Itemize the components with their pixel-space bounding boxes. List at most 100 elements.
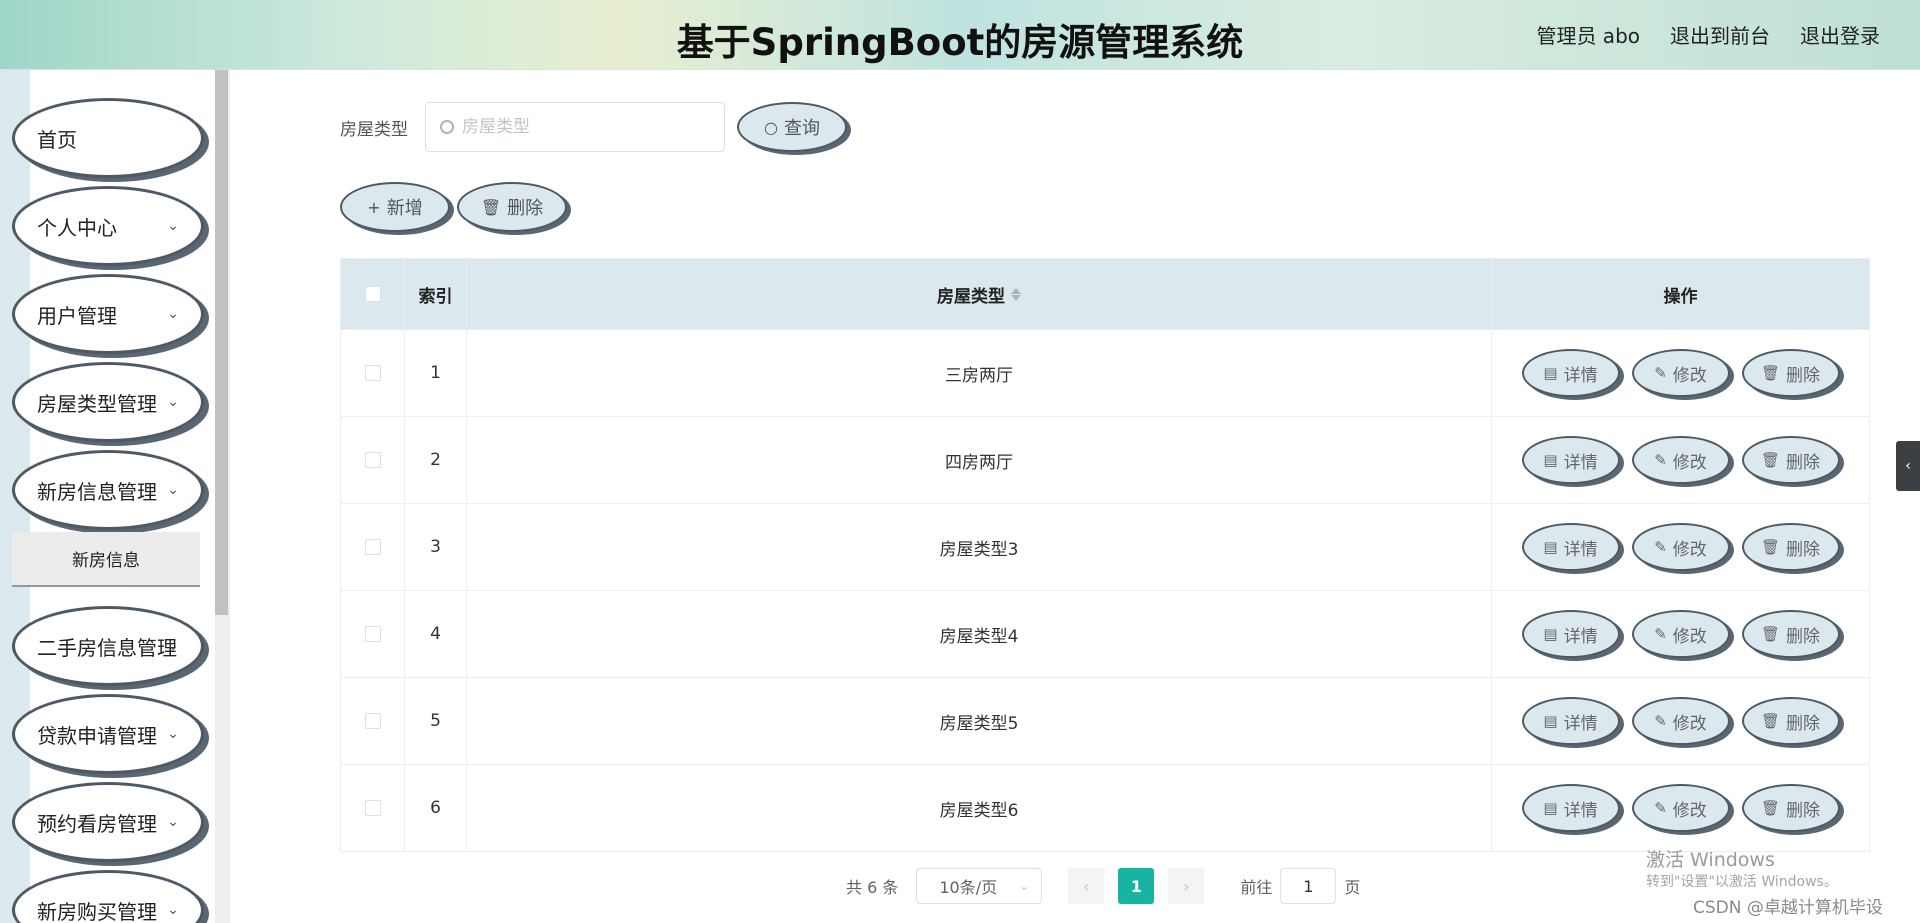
pagination-total: 共 6 条 xyxy=(846,878,899,897)
pencil-icon: ✎ xyxy=(1654,625,1667,643)
delete-button[interactable]: 🗑 删除 xyxy=(1741,610,1840,658)
edit-button-label: 修改 xyxy=(1672,539,1707,560)
edit-button[interactable]: ✎ 修改 xyxy=(1631,784,1730,832)
detail-button[interactable]: ▤ 详情 xyxy=(1521,523,1620,571)
trash-icon: 🗑 xyxy=(1760,799,1781,817)
sidebar: 首页 个人中心 ⌄ 用户管理 ⌄ 房屋类型管理 ⌄ 新房信息管理 ⌄ 新房信息 … xyxy=(0,70,230,923)
sidebar-scrollbar-thumb[interactable] xyxy=(215,70,228,615)
row-checkbox[interactable] xyxy=(364,713,381,729)
row-index: 5 xyxy=(405,678,467,764)
query-button-label: 查询 xyxy=(783,118,820,139)
delete-button[interactable]: 🗑 删除 xyxy=(1741,784,1840,832)
edit-button[interactable]: ✎ 修改 xyxy=(1631,436,1730,484)
search-label: 房屋类型 xyxy=(340,120,408,140)
windows-activation-title: 激活 Windows xyxy=(1646,849,1775,871)
chevron-down-icon: ⌄ xyxy=(167,638,179,654)
sidebar-item-label: 贷款申请管理 xyxy=(37,723,157,748)
select-all-checkbox[interactable] xyxy=(364,286,381,302)
delete-button-label: 删除 xyxy=(1786,800,1821,821)
row-checkbox[interactable] xyxy=(364,452,381,468)
detail-button-label: 详情 xyxy=(1563,626,1598,647)
sidebar-item-house-type-management[interactable]: 房屋类型管理 ⌄ xyxy=(12,362,204,442)
logout-link[interactable]: 退出登录 xyxy=(1800,20,1880,49)
row-select-cell xyxy=(341,504,405,590)
trash-icon: 🗑 xyxy=(1760,451,1781,469)
edit-button[interactable]: ✎ 修改 xyxy=(1631,523,1730,571)
sidebar-item-second-hand-management[interactable]: 二手房信息管理 ⌄ xyxy=(12,606,204,686)
prev-page-button[interactable]: ‹ xyxy=(1068,868,1105,904)
row-checkbox[interactable] xyxy=(364,365,381,381)
row-index: 1 xyxy=(405,330,467,416)
goto-page-input[interactable]: 1 xyxy=(1280,868,1337,904)
search-input[interactable] xyxy=(462,117,712,137)
row-select-cell xyxy=(341,417,405,503)
delete-button[interactable]: 🗑 删除 xyxy=(1741,436,1840,484)
collapse-handle[interactable]: ‹ xyxy=(1896,441,1920,491)
sidebar-item-user-management[interactable]: 用户管理 ⌄ xyxy=(12,274,204,354)
sidebar-item-home[interactable]: 首页 xyxy=(12,98,204,178)
edit-button[interactable]: ✎ 修改 xyxy=(1631,610,1730,658)
page-number-current[interactable]: 1 xyxy=(1118,868,1155,904)
sidebar-item-label: 个人中心 xyxy=(37,215,117,240)
add-button[interactable]: + 新增 xyxy=(340,182,450,232)
document-icon: ▤ xyxy=(1543,712,1558,730)
detail-button[interactable]: ▤ 详情 xyxy=(1521,610,1620,658)
page-size-select[interactable]: 10条/页 ⌄ xyxy=(916,868,1043,904)
submenu-item-new-house-info[interactable]: 新房信息 xyxy=(12,532,200,587)
chevron-down-icon: ⌄ xyxy=(167,814,179,830)
chevron-down-icon: ⌄ xyxy=(167,902,179,918)
chevron-down-icon: ⌄ xyxy=(1019,879,1030,893)
detail-button-label: 详情 xyxy=(1563,539,1598,560)
delete-button[interactable]: 🗑 删除 xyxy=(1741,697,1840,745)
row-index: 6 xyxy=(405,765,467,851)
delete-button-label: 删除 xyxy=(1786,626,1821,647)
detail-button[interactable]: ▤ 详情 xyxy=(1521,349,1620,397)
sidebar-item-loan-management[interactable]: 贷款申请管理 ⌄ xyxy=(12,694,204,774)
row-actions: ▤ 详情 ✎ 修改 🗑 删除 xyxy=(1492,330,1869,416)
page-size-value: 10条/页 xyxy=(939,878,998,897)
csdn-watermark: CSDN @卓越计算机毕设 xyxy=(1693,898,1883,918)
exit-to-front-link[interactable]: 退出到前台 xyxy=(1670,20,1770,49)
row-house-type: 三房两厅 xyxy=(467,330,1492,416)
table-row: 2 四房两厅 ▤ 详情 ✎ 修改 🗑 删除 xyxy=(341,416,1869,503)
sidebar-item-label: 二手房信息管理 xyxy=(37,635,177,660)
chevron-down-icon: ⌄ xyxy=(167,726,179,742)
edit-button-label: 修改 xyxy=(1672,626,1707,647)
sidebar-item-label: 用户管理 xyxy=(37,303,117,328)
edit-button-label: 修改 xyxy=(1672,800,1707,821)
top-header: 基于SpringBoot的房源管理系统 管理员 abo 退出到前台 退出登录 xyxy=(0,0,1920,70)
edit-button[interactable]: ✎ 修改 xyxy=(1631,697,1730,745)
sidebar-item-new-house-management[interactable]: 新房信息管理 ⌄ xyxy=(12,450,204,530)
trash-icon: 🗑 xyxy=(480,197,502,217)
trash-icon: 🗑 xyxy=(1760,712,1781,730)
search-icon: ○ xyxy=(764,117,778,137)
row-checkbox[interactable] xyxy=(364,800,381,816)
row-checkbox[interactable] xyxy=(364,626,381,642)
detail-button[interactable]: ▤ 详情 xyxy=(1521,436,1620,484)
delete-button[interactable]: 🗑 删除 xyxy=(1741,523,1840,571)
trash-icon: 🗑 xyxy=(1760,364,1781,382)
detail-button[interactable]: ▤ 详情 xyxy=(1521,784,1620,832)
search-field[interactable] xyxy=(425,102,725,152)
sidebar-item-viewing-management[interactable]: 预约看房管理 ⌄ xyxy=(12,782,204,862)
sidebar-item-new-house-purchase[interactable]: 新房购买管理 ⌄ xyxy=(12,870,204,923)
plus-icon: + xyxy=(367,197,381,217)
next-page-button[interactable]: › xyxy=(1168,868,1205,904)
batch-delete-button[interactable]: 🗑 删除 xyxy=(457,182,567,232)
pencil-icon: ✎ xyxy=(1654,451,1667,469)
edit-button-label: 修改 xyxy=(1672,452,1707,473)
pencil-icon: ✎ xyxy=(1654,799,1667,817)
query-button[interactable]: ○ 查询 xyxy=(737,102,847,152)
sidebar-item-personal-center[interactable]: 个人中心 ⌄ xyxy=(12,186,204,266)
row-checkbox[interactable] xyxy=(364,539,381,555)
header-house-type[interactable]: 房屋类型 xyxy=(467,259,1492,329)
delete-button-label: 删除 xyxy=(1786,365,1821,386)
table-body: 1 三房两厅 ▤ 详情 ✎ 修改 🗑 删除 2 四房两厅 ▤ 详情 ✎ 修改 🗑 删除 3 房屋类型3 ▤ 详情 ✎ 修改… xyxy=(341,329,1869,851)
detail-button[interactable]: ▤ 详情 xyxy=(1521,697,1620,745)
delete-button[interactable]: 🗑 删除 xyxy=(1741,349,1840,397)
header-ops: 操作 xyxy=(1663,286,1698,307)
batch-delete-button-label: 删除 xyxy=(507,198,544,219)
edit-button[interactable]: ✎ 修改 xyxy=(1631,349,1730,397)
sort-icon[interactable] xyxy=(1011,287,1021,301)
detail-button-label: 详情 xyxy=(1563,452,1598,473)
